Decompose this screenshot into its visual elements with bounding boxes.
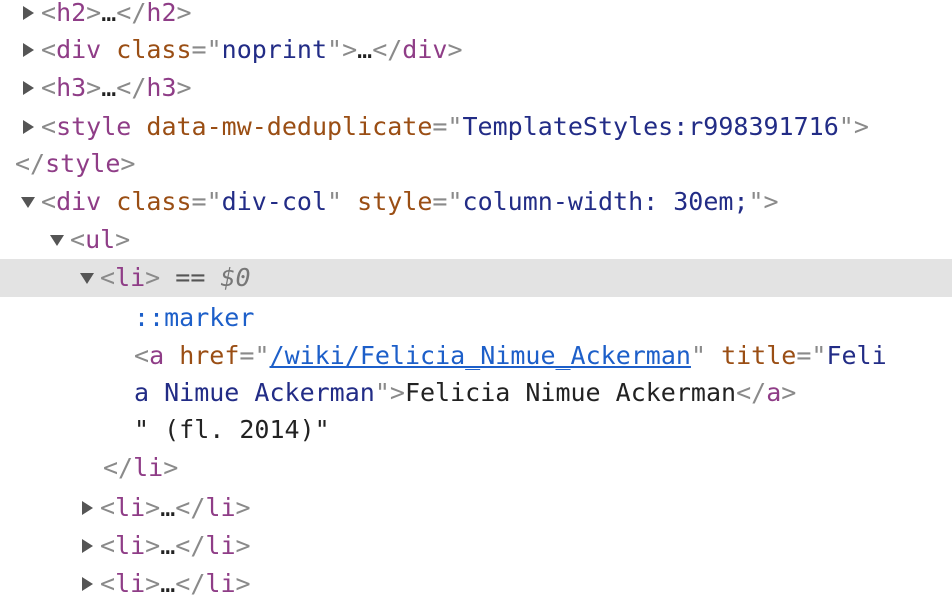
tag-name: ul — [85, 225, 116, 254]
node-text[interactable]: " (fl. 2014)" — [0, 411, 952, 449]
node-ul[interactable]: <ul> — [0, 221, 952, 259]
close-tag-name: h3 — [146, 73, 177, 102]
tag-name: style — [56, 112, 132, 141]
node-h2[interactable]: <h2>…</h2> — [0, 0, 952, 32]
close-tag-name: div — [402, 35, 448, 64]
collapse-triangle-icon[interactable] — [18, 183, 38, 221]
node-marker[interactable]: ::marker — [0, 299, 952, 337]
node-li-collapsed[interactable]: <li>…</li> — [0, 489, 952, 527]
node-anchor-cont[interactable]: a Nimue Ackerman">Felicia Nimue Ackerman… — [0, 374, 952, 412]
node-style-close[interactable]: </style> — [0, 145, 952, 183]
tag-name: li — [115, 531, 146, 560]
attribute-name[interactable]: data-mw-deduplicate — [146, 112, 432, 141]
node-li-close[interactable]: </li> — [0, 449, 952, 487]
node-li-collapsed[interactable]: <li>…</li> — [0, 527, 952, 565]
tag-name: h3 — [56, 73, 87, 102]
attribute-value[interactable]: column-width: 30em; — [463, 187, 749, 216]
collapse-triangle-icon[interactable] — [47, 221, 67, 259]
node-div-col[interactable]: <div class="div-col" style="column-width… — [0, 183, 952, 221]
attribute-name[interactable]: class — [116, 187, 191, 216]
href-link[interactable]: /wiki/Felicia_Nimue_Ackerman — [270, 341, 691, 370]
close-tag-name: a — [766, 378, 782, 407]
attribute-value[interactable]: a Nimue Ackerman — [134, 378, 375, 407]
tag-name: div — [56, 35, 102, 64]
node-li-collapsed[interactable]: <li>…</li> — [0, 565, 952, 603]
ellipsis[interactable]: … — [357, 35, 372, 64]
text-node[interactable]: " (fl. 2014)" — [134, 415, 330, 444]
tag-name: div — [56, 187, 102, 216]
tag-name: li — [115, 263, 146, 292]
expand-triangle-icon[interactable] — [18, 0, 38, 32]
anchor-text[interactable]: Felicia Nimue Ackerman — [405, 378, 736, 407]
close-tag-name: li — [205, 493, 236, 522]
pseudo-element: ::marker — [134, 303, 255, 332]
collapse-triangle-icon[interactable] — [77, 259, 97, 297]
attribute-name[interactable]: style — [357, 187, 432, 216]
close-tag-name: style — [45, 149, 121, 178]
tag-name: a — [149, 341, 165, 370]
close-tag-name: li — [205, 531, 236, 560]
attribute-value[interactable]: div-col — [222, 187, 327, 216]
attribute-value[interactable]: noprint — [222, 35, 327, 64]
node-li-selected[interactable]: <li> == $0 — [0, 259, 952, 297]
expand-triangle-icon[interactable] — [77, 489, 97, 527]
attribute-value[interactable]: Feli — [826, 341, 886, 370]
ellipsis[interactable]: … — [101, 0, 116, 27]
node-style[interactable]: <style data-mw-deduplicate="TemplateStyl… — [0, 108, 952, 146]
close-tag-name: li — [133, 453, 164, 482]
attribute-value[interactable]: TemplateStyles:r998391716 — [462, 112, 838, 141]
ellipsis[interactable]: … — [160, 493, 175, 522]
expand-triangle-icon[interactable] — [77, 565, 97, 603]
expand-triangle-icon[interactable] — [18, 31, 38, 69]
node-div-noprint[interactable]: <div class="noprint">…</div> — [0, 31, 952, 69]
node-anchor[interactable]: <a href="/wiki/Felicia_Nimue_Ackerman" t… — [0, 337, 952, 375]
node-h3[interactable]: <h3>…</h3> — [0, 69, 952, 107]
attribute-name[interactable]: title — [721, 341, 796, 370]
selection-equals: == — [175, 263, 206, 292]
close-tag-name: li — [205, 569, 236, 598]
tag-name: h2 — [56, 0, 87, 27]
ellipsis[interactable]: … — [160, 569, 175, 598]
console-reference: $0 — [220, 263, 251, 292]
attribute-name[interactable]: class — [116, 35, 191, 64]
ellipsis[interactable]: … — [101, 73, 116, 102]
tag-name: li — [115, 493, 146, 522]
expand-triangle-icon[interactable] — [18, 108, 38, 146]
expand-triangle-icon[interactable] — [77, 527, 97, 565]
attribute-name[interactable]: href — [179, 341, 239, 370]
tag-name: li — [115, 569, 146, 598]
expand-triangle-icon[interactable] — [18, 69, 38, 107]
ellipsis[interactable]: … — [160, 531, 175, 560]
close-tag-name: h2 — [146, 0, 177, 27]
dom-tree: <h2>…</h2> <div class="noprint">…</div> … — [0, 0, 952, 608]
